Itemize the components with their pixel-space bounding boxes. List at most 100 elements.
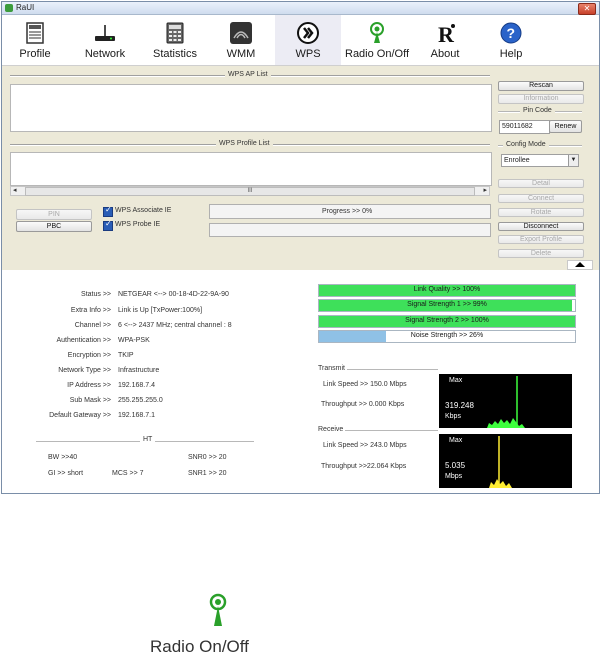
toolbar-profile-label: Profile	[19, 48, 51, 60]
ip-address-label: IP Address >>	[67, 382, 111, 389]
authentication-value: WPA-PSK	[118, 337, 150, 344]
scroll-thumb[interactable]: III	[25, 187, 475, 196]
sub-mask-label: Sub Mask >>	[69, 397, 111, 404]
information-button[interactable]: Information	[498, 94, 584, 104]
wps-profile-list-title: WPS Profile List	[216, 140, 273, 147]
radio-icon	[209, 593, 227, 626]
sub-mask-value: 255.255.255.0	[118, 397, 163, 404]
pin-button[interactable]: PIN	[16, 209, 92, 220]
wps-ap-list-title: WPS AP List	[225, 71, 271, 78]
snr1-value: SNR1 >> 20	[188, 470, 227, 477]
window-title: RaUI	[16, 3, 35, 12]
receive-title: Receive	[318, 426, 346, 433]
export-profile-button[interactable]: Export Profile	[498, 235, 584, 244]
bw-value: BW >>40	[48, 454, 78, 461]
status-value: NETGEAR <--> 00-18-4D-22-9A-90	[118, 291, 229, 298]
scroll-right-arrow-icon[interactable]: ▸	[483, 186, 487, 194]
channel-value: 6 <--> 2437 MHz; central channel : 8	[118, 322, 232, 329]
toolbar-help-label: Help	[499, 48, 523, 60]
network-icon	[95, 25, 115, 41]
app-icon	[5, 4, 13, 12]
radio-on-off-caption: Radio On/Off	[150, 637, 249, 656]
close-button[interactable]: ✕	[578, 3, 596, 15]
config-mode-value: Enrollee	[504, 157, 530, 164]
wps-probe-ie-checkbox[interactable]	[103, 219, 113, 231]
title-bar: RaUI ✕	[2, 2, 599, 15]
svg-text:?: ?	[507, 25, 516, 41]
receive-graph: Max 5.035 Mbps	[439, 434, 572, 488]
disconnect-button[interactable]: Disconnect	[498, 222, 584, 231]
rotate-button[interactable]: Rotate	[498, 208, 584, 217]
network-type-value: Infrastructure	[118, 367, 160, 374]
config-mode-title: Config Mode	[503, 141, 549, 148]
mcs-value: MCS >> 7	[112, 470, 144, 477]
statistics-icon	[166, 22, 184, 44]
toolbar-help[interactable]: ? Help	[488, 15, 534, 65]
wps-panel: WPS AP List WPS Profile List ◂ III ▸ PIN…	[2, 66, 599, 270]
toolbar-radio-on-off[interactable]: Radio On/Off	[342, 15, 412, 65]
authentication-label: Authentication >>	[56, 337, 112, 344]
horizontal-scrollbar[interactable]: ◂ III ▸	[10, 186, 490, 196]
connect-button[interactable]: Connect	[498, 194, 584, 203]
transmit-title: Transmit	[318, 365, 347, 372]
rx-link-speed: Link Speed >> 243.0 Mbps	[323, 442, 407, 449]
help-icon: ?	[500, 22, 522, 44]
pbc-button[interactable]: PBC	[16, 221, 92, 232]
signal-strength-1-bar: Signal Strength 1 >> 99%	[318, 299, 576, 312]
gi-value: GI >> short	[48, 470, 84, 477]
delete-button[interactable]: Delete	[498, 249, 584, 258]
extra-info-label: Extra Info >>	[70, 307, 111, 314]
scroll-left-arrow-icon[interactable]: ◂	[13, 186, 17, 194]
toolbar-wmm[interactable]: WMM	[216, 15, 266, 65]
config-mode-select[interactable]: Enrollee ▼	[501, 154, 579, 167]
chevron-down-icon[interactable]: ▼	[568, 155, 578, 166]
wps-progress-bar: Progress >> 0%	[209, 204, 491, 219]
wps-status-field	[209, 223, 491, 237]
detail-button[interactable]: Detail	[498, 179, 584, 188]
toolbar-statistics-label: Statistics	[152, 48, 197, 60]
toolbar-about-label: About	[430, 48, 460, 60]
noise-strength-bar: Noise Strength >> 26%	[318, 330, 576, 343]
toolbar-radio-label: Radio On/Off	[345, 48, 409, 60]
rescan-button[interactable]: Rescan	[498, 81, 584, 91]
default-gateway-value: 192.168.7.1	[118, 412, 155, 419]
main-toolbar: Profile Network Statistics WMM WPS Radio…	[2, 15, 599, 66]
toolbar-about[interactable]: R About	[420, 15, 470, 65]
wps-probe-ie-label: WPS Probe IE	[115, 221, 161, 228]
wmm-icon	[230, 22, 252, 44]
signal-strength-2-bar: Signal Strength 2 >> 100%	[318, 315, 576, 328]
collapse-button[interactable]	[567, 260, 593, 270]
wps-profile-list[interactable]	[10, 152, 492, 186]
toolbar-wmm-label: WMM	[226, 48, 256, 60]
toolbar-network-label: Network	[84, 48, 126, 60]
toolbar-wps-label: WPS	[295, 48, 321, 60]
raui-window: RaUI ✕ Profile Network Statistics WMM WP…	[1, 1, 600, 494]
toolbar-profile[interactable]: Profile	[6, 15, 64, 65]
wps-icon	[297, 22, 319, 44]
signal-strength-1-label: Signal Strength 1 >> 99%	[407, 301, 487, 308]
rx-traffic-plot	[489, 436, 512, 488]
link-quality-label: Link Quality >> 100%	[413, 286, 481, 293]
encryption-label: Encryption >>	[67, 352, 111, 359]
transmit-graph: Max 319.248 Kbps	[439, 374, 572, 428]
status-label: Status >>	[81, 291, 111, 298]
toolbar-statistics[interactable]: Statistics	[144, 15, 206, 65]
tx-link-speed: Link Speed >> 150.0 Mbps	[323, 381, 407, 388]
toolbar-network[interactable]: Network	[76, 15, 134, 65]
radio-icon	[370, 22, 384, 43]
network-type-label: Network Type >>	[58, 367, 111, 374]
pin-code-title: Pin Code	[520, 107, 555, 114]
wps-ap-list[interactable]	[10, 84, 492, 132]
ht-title: HT	[140, 436, 156, 443]
toolbar-wps[interactable]: WPS	[275, 15, 341, 65]
tx-throughput: Throughput >> 0.000 Kbps	[321, 401, 405, 408]
noise-strength-label: Noise Strength >> 26%	[410, 332, 484, 339]
extra-info-value: Link is Up [TxPower:100%]	[118, 307, 203, 314]
default-gateway-label: Default Gateway >>	[49, 412, 111, 419]
rx-throughput: Throughput >>22.064 Kbps	[321, 463, 407, 470]
wps-associate-ie-checkbox[interactable]	[103, 205, 113, 217]
pin-code-field[interactable]: 59011682	[499, 120, 550, 134]
renew-button[interactable]: Renew	[549, 120, 582, 133]
wps-associate-ie-label: WPS Associate IE	[115, 207, 172, 214]
profile-icon	[26, 22, 44, 44]
